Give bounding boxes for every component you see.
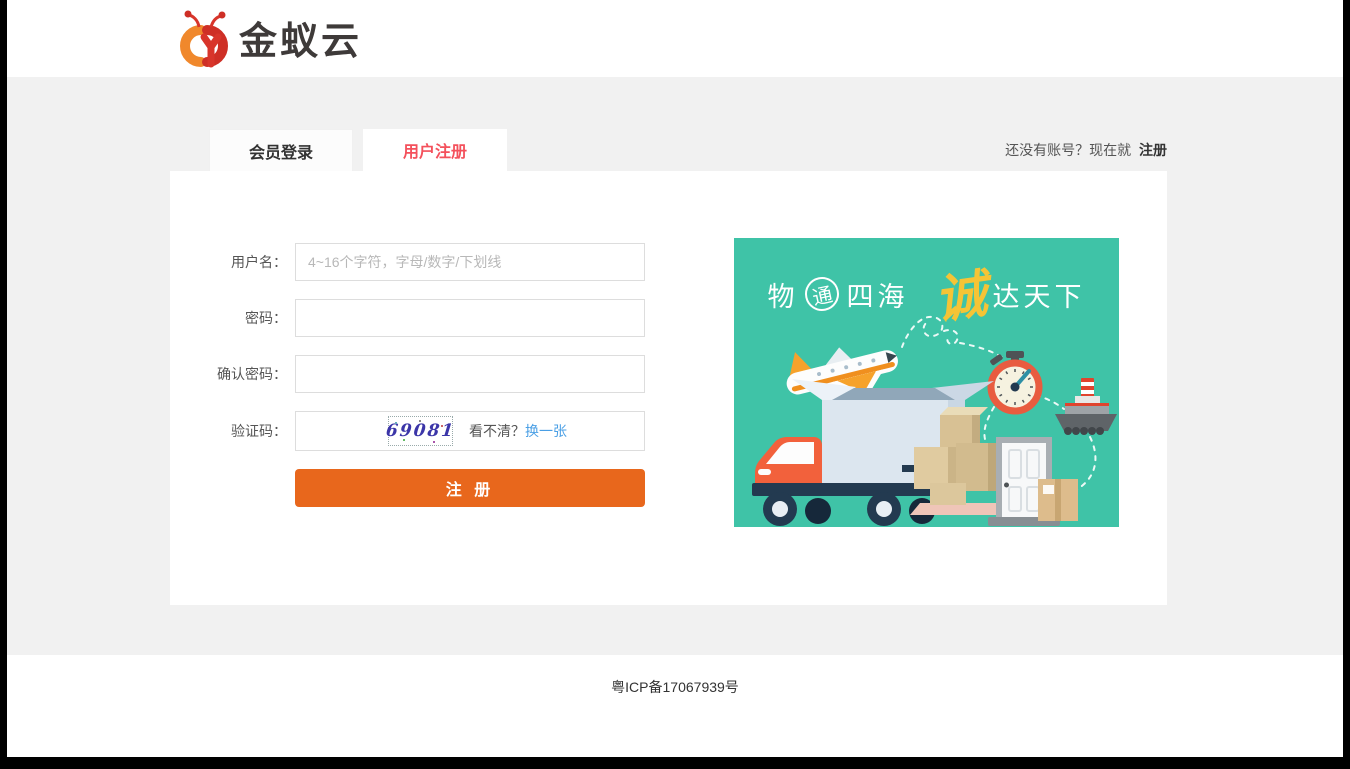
header: 金蚁云 xyxy=(7,0,1343,77)
signup-prompt: 还没有账号？现在就 注册 xyxy=(1005,129,1167,171)
register-button[interactable]: 注 册 xyxy=(295,469,645,507)
confirm-password-label: 确认密码： xyxy=(170,364,287,384)
username-input[interactable] xyxy=(295,243,645,281)
signup-prompt-text: 还没有账号？现在就 xyxy=(1005,142,1131,158)
icp-record-number: 粤ICP备17067939号 xyxy=(611,677,739,697)
captcha-image[interactable]: 69081 xyxy=(388,416,453,446)
password-row: 密码： xyxy=(170,299,670,337)
confirm-password-input[interactable] xyxy=(295,355,645,393)
ant-logo-icon xyxy=(165,7,229,71)
tab-user-register[interactable]: 用户注册 xyxy=(363,129,507,171)
confirm-password-row: 确认密码： xyxy=(170,355,670,393)
captcha-code: 69081 xyxy=(385,421,456,441)
page: 金蚁云 会员登录 用户注册 还没有账号？现在就 注册 用户名： 密码： xyxy=(7,0,1343,757)
username-row: 用户名： xyxy=(170,243,670,281)
logistics-illustration xyxy=(734,297,1119,527)
captcha-noise xyxy=(419,420,421,422)
auth-tabs: 会员登录 用户注册 xyxy=(209,129,507,171)
promo-banner: 物 通 四海 诚 达天下 xyxy=(734,238,1119,527)
logo-text: 金蚁云 xyxy=(239,17,362,61)
stopwatch-icon xyxy=(989,351,1039,411)
captcha-hint: 看不清？ xyxy=(469,421,525,441)
password-input[interactable] xyxy=(295,299,645,337)
signup-now-link[interactable]: 注册 xyxy=(1139,142,1167,158)
username-label: 用户名： xyxy=(170,252,287,272)
register-form: 用户名： 密码： 确认密码： 验证码： 69081 xyxy=(170,243,670,507)
captcha-noise xyxy=(433,441,435,443)
password-label: 密码： xyxy=(170,308,287,328)
parcel-icon xyxy=(1038,479,1078,521)
captcha-noise xyxy=(441,425,443,427)
footer: 粤ICP备17067939号 xyxy=(7,655,1343,757)
captcha-refresh-link[interactable]: 换一张 xyxy=(525,421,567,441)
captcha-input[interactable] xyxy=(296,413,388,449)
captcha-row: 验证码： 69081 看不清？ 换一张 xyxy=(170,411,670,451)
captcha-field: 69081 看不清？ 换一张 xyxy=(295,411,645,451)
captcha-noise xyxy=(395,422,397,424)
register-card: 用户名： 密码： 确认密码： 验证码： 69081 xyxy=(170,171,1167,605)
main-area: 会员登录 用户注册 还没有账号？现在就 注册 用户名： 密码： 确认密码： xyxy=(7,77,1343,655)
captcha-noise xyxy=(403,439,405,441)
tab-member-login[interactable]: 会员登录 xyxy=(209,129,353,171)
captcha-label: 验证码： xyxy=(170,421,287,441)
ship-icon xyxy=(1055,378,1117,435)
logo-link[interactable]: 金蚁云 xyxy=(165,7,362,71)
